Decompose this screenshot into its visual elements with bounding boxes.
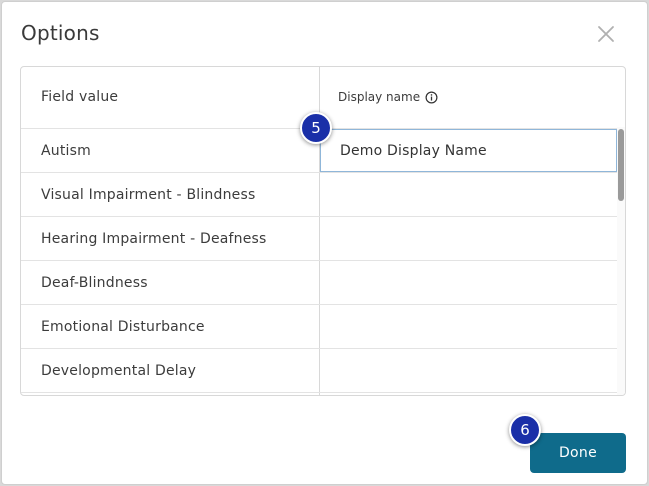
row-field-value: Autism [41, 143, 91, 159]
display-name-input-autism[interactable] [320, 129, 617, 172]
close-icon [594, 22, 618, 46]
scrollbar-thumb[interactable] [618, 129, 624, 201]
row-field-value: Hearing Impairment - Deafness [41, 231, 267, 247]
display-name-cell[interactable] [320, 173, 617, 216]
row-field-value: Deaf-Blindness [41, 275, 148, 291]
header-field-value: Field value [41, 89, 119, 105]
display-name-cell[interactable] [320, 349, 617, 392]
info-icon[interactable] [425, 91, 438, 104]
step-badge-6: 6 [509, 414, 541, 446]
dialog-title: Options [21, 21, 100, 45]
row-field-value: Emotional Disturbance [41, 319, 205, 335]
row-field-value: Developmental Delay [41, 363, 197, 379]
table-row: Hearing Impairment - Deafness [21, 217, 617, 261]
step-badge-5: 5 [300, 112, 332, 144]
done-button[interactable]: Done [530, 433, 626, 473]
table-row: Visual Impairment - Blindness [21, 173, 617, 217]
table-row: Deaf-Blindness [21, 261, 617, 305]
table-row: Developmental Delay [21, 349, 617, 393]
row-field-value: Visual Impairment - Blindness [41, 187, 256, 203]
table-row: Emotional Disturbance [21, 305, 617, 349]
header-display-name-label: Display name [338, 90, 421, 104]
close-button[interactable] [594, 22, 618, 46]
options-dialog: Options Field value Display name Autism … [1, 1, 648, 485]
display-name-cell[interactable] [320, 261, 617, 304]
header-display-name: Display name [338, 90, 438, 104]
display-name-cell[interactable] [320, 305, 617, 348]
display-name-cell[interactable] [320, 217, 617, 260]
